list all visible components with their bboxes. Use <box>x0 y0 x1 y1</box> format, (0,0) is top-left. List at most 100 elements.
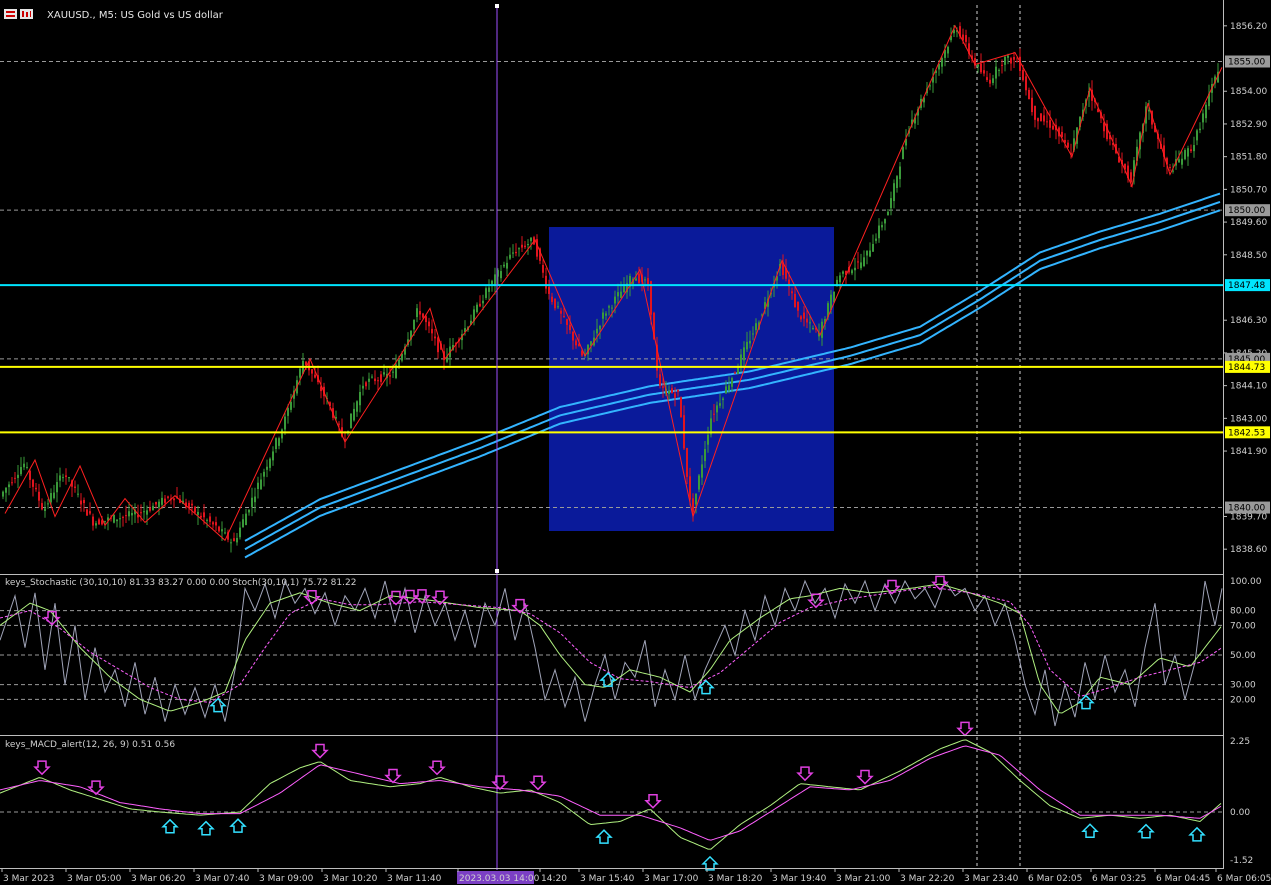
candle-body <box>650 281 652 315</box>
candle-body <box>422 313 424 318</box>
bear-candle <box>92 513 94 531</box>
bull-candle <box>359 384 361 413</box>
bull-candle <box>503 261 505 269</box>
bull-candle <box>371 374 373 379</box>
buy-arrow-icon <box>161 818 179 834</box>
bull-candle <box>941 56 943 74</box>
candle-body <box>218 526 220 532</box>
candle-body <box>746 341 748 350</box>
candle-body <box>725 386 727 394</box>
candle-body <box>209 516 211 522</box>
candle-body <box>851 270 853 274</box>
bear-candle <box>149 500 151 513</box>
macd-pane[interactable] <box>0 721 1222 871</box>
bull-candle <box>518 247 520 257</box>
candle-body <box>191 503 193 506</box>
bull-candle <box>254 487 256 513</box>
candle-body <box>50 493 52 503</box>
vline-handle-top[interactable] <box>495 4 499 8</box>
candle-body <box>305 361 307 366</box>
candle-body <box>119 518 121 520</box>
bear-candle <box>968 37 970 59</box>
candle-body <box>692 498 694 513</box>
candle-body <box>608 306 610 308</box>
vline-handle-bottom[interactable] <box>495 569 499 573</box>
candle-body <box>740 354 742 367</box>
candle-body <box>14 477 16 479</box>
stochastic-pane[interactable] <box>0 575 1223 727</box>
price-tick-label: 1844.10 <box>1230 382 1267 392</box>
bear-candle <box>1028 87 1030 100</box>
bear-candle <box>212 521 214 529</box>
stoch-level-label: 80.00 <box>1230 607 1256 617</box>
trading-chart[interactable]: 1856.20 1854.00 1852.90 1851.80 1850.70 1849.… <box>0 0 1271 885</box>
candle-body <box>239 527 241 538</box>
candle-body <box>350 413 352 429</box>
candle-body <box>140 512 142 514</box>
candle-body <box>1001 64 1003 66</box>
candle-body <box>707 434 709 445</box>
bear-candle <box>380 371 382 386</box>
bear-candle <box>86 508 88 516</box>
bear-candle <box>1034 105 1036 128</box>
candle-body <box>1205 104 1207 119</box>
candle-body <box>188 502 190 508</box>
bull-candle <box>698 473 700 493</box>
candle-body <box>899 166 901 180</box>
candle-body <box>488 287 490 292</box>
candle-body <box>980 63 982 73</box>
candle-body <box>995 66 997 79</box>
bear-candle <box>419 301 421 321</box>
time-tick-label: 3 Mar 2023 <box>3 874 54 884</box>
candle-body <box>491 280 493 285</box>
bull-candle <box>473 305 475 326</box>
bear-candle <box>29 469 31 488</box>
candle-body <box>563 315 565 317</box>
candle-body <box>869 250 871 257</box>
bull-candle <box>152 502 154 511</box>
candle-body <box>131 512 133 516</box>
candle-body <box>275 438 277 450</box>
price-pane[interactable] <box>0 4 1224 870</box>
chart-type-icon[interactable] <box>20 9 33 19</box>
bull-candle <box>932 68 934 93</box>
bear-candle <box>983 61 985 77</box>
bull-candle <box>1196 128 1198 146</box>
candle-body <box>437 337 439 353</box>
bull-candle <box>494 267 496 295</box>
candle-body <box>1190 149 1192 152</box>
time-tick-label: 3 Mar 17:00 <box>644 874 699 884</box>
bear-candle <box>857 251 859 270</box>
candle-body <box>503 264 505 267</box>
candle-body <box>431 328 433 334</box>
macd-level-label: 0.00 <box>1230 808 1250 818</box>
candle-body <box>668 391 670 394</box>
candle-body <box>521 244 523 248</box>
candle-body <box>419 311 421 315</box>
bull-candle <box>353 402 355 422</box>
candle-body <box>524 245 526 248</box>
candle-body <box>254 496 256 503</box>
bull-candle <box>875 233 877 244</box>
price-tag-label: 1847.48 <box>1228 281 1265 291</box>
bear-candle <box>374 370 376 385</box>
candle-body <box>152 505 154 511</box>
candle-body <box>527 243 529 246</box>
candle-body <box>77 493 79 495</box>
symbol-menu-icon[interactable] <box>4 9 17 19</box>
bull-candle <box>53 484 55 500</box>
candle-body <box>1028 89 1030 100</box>
candle-body <box>713 413 715 415</box>
candle-body <box>992 78 994 83</box>
bear-candle <box>515 243 517 257</box>
stoch-level-label: 20.00 <box>1230 695 1256 705</box>
time-tick-label: 3 Mar 18:20 <box>708 874 763 884</box>
bear-candle <box>35 482 37 492</box>
bull-candle <box>23 456 25 471</box>
candle-body <box>278 438 280 446</box>
price-tick-label: 1838.60 <box>1230 545 1267 555</box>
candle-body <box>638 273 640 283</box>
candle-body <box>893 183 895 202</box>
bull-candle <box>56 473 58 503</box>
bull-candle <box>239 521 241 540</box>
